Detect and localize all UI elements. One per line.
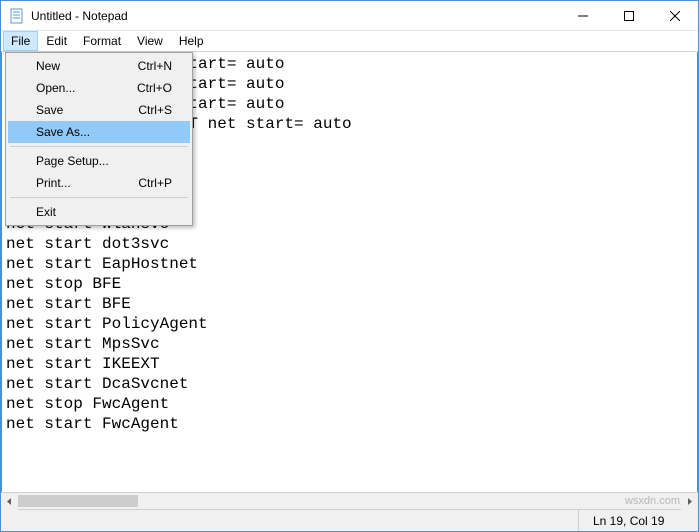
statusbar: Ln 19, Col 19 bbox=[1, 509, 698, 531]
menu-help[interactable]: Help bbox=[171, 31, 212, 51]
scroll-left-button[interactable] bbox=[1, 493, 18, 510]
notepad-window: Untitled - Notepad File Edit Format View… bbox=[0, 0, 699, 532]
menu-shortcut: Ctrl+P bbox=[138, 176, 172, 190]
menu-view[interactable]: View bbox=[129, 31, 171, 51]
menu-item-save-as[interactable]: Save As... bbox=[8, 121, 190, 143]
horizontal-scrollbar[interactable] bbox=[1, 492, 698, 509]
title-left: Untitled - Notepad bbox=[1, 8, 560, 24]
maximize-button[interactable] bbox=[606, 1, 652, 30]
status-position: Ln 19, Col 19 bbox=[578, 510, 698, 531]
menu-item-open[interactable]: Open... Ctrl+O bbox=[8, 77, 190, 99]
titlebar: Untitled - Notepad bbox=[1, 1, 698, 31]
window-title: Untitled - Notepad bbox=[31, 9, 128, 23]
menu-item-new[interactable]: New Ctrl+N bbox=[8, 55, 190, 77]
menu-label: Open... bbox=[36, 81, 137, 95]
menu-label: New bbox=[36, 59, 138, 73]
window-controls bbox=[560, 1, 698, 30]
menu-item-print[interactable]: Print... Ctrl+P bbox=[8, 172, 190, 194]
notepad-icon bbox=[9, 8, 25, 24]
menu-shortcut: Ctrl+O bbox=[137, 81, 172, 95]
menu-label: Page Setup... bbox=[36, 154, 172, 168]
menu-item-save[interactable]: Save Ctrl+S bbox=[8, 99, 190, 121]
menu-format[interactable]: Format bbox=[75, 31, 129, 51]
watermark: wsxdn.com bbox=[625, 495, 680, 507]
scroll-track[interactable] bbox=[18, 493, 681, 509]
scroll-thumb[interactable] bbox=[18, 495, 138, 507]
menu-item-exit[interactable]: Exit bbox=[8, 201, 190, 223]
menu-shortcut: Ctrl+N bbox=[138, 59, 172, 73]
menu-item-page-setup[interactable]: Page Setup... bbox=[8, 150, 190, 172]
menu-file[interactable]: File bbox=[3, 31, 38, 51]
file-menu-dropdown: New Ctrl+N Open... Ctrl+O Save Ctrl+S Sa… bbox=[5, 52, 193, 226]
menu-shortcut: Ctrl+S bbox=[138, 103, 172, 117]
menu-label: Print... bbox=[36, 176, 138, 190]
minimize-button[interactable] bbox=[560, 1, 606, 30]
scroll-right-button[interactable] bbox=[681, 493, 698, 510]
menu-label: Exit bbox=[36, 205, 172, 219]
menu-label: Save As... bbox=[36, 125, 172, 139]
menu-separator bbox=[10, 197, 188, 198]
menu-separator bbox=[10, 146, 188, 147]
close-button[interactable] bbox=[652, 1, 698, 30]
menu-label: Save bbox=[36, 103, 138, 117]
menu-edit[interactable]: Edit bbox=[38, 31, 75, 51]
menubar: File Edit Format View Help bbox=[1, 31, 698, 52]
